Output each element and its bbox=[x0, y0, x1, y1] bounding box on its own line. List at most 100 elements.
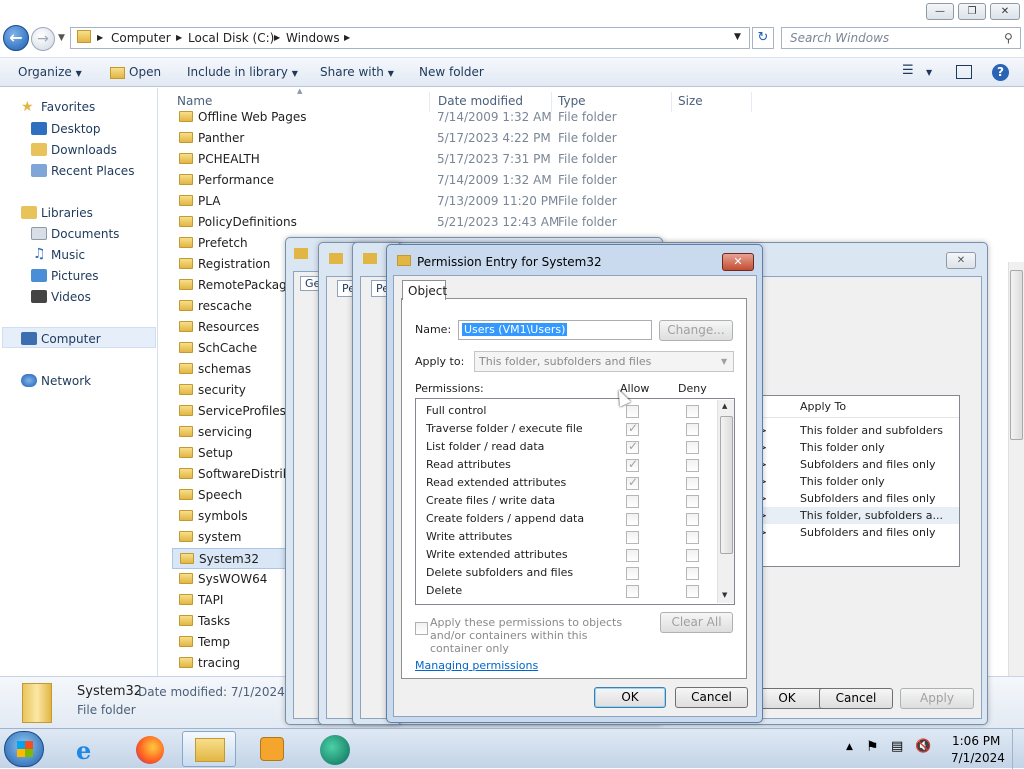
share-with-button[interactable]: Share with ▼ bbox=[320, 65, 394, 79]
organize-button[interactable]: Organize ▼ bbox=[18, 65, 82, 79]
file-row[interactable]: Offline Web Pages 7/14/2009 1:32 AM File f… bbox=[172, 107, 692, 128]
nav-pictures[interactable]: Pictures bbox=[51, 269, 99, 283]
file-row[interactable]: Panther 5/17/2023 4:22 PM File folder bbox=[172, 128, 692, 149]
clear-all-button[interactable]: Clear All bbox=[660, 612, 733, 633]
vertical-scrollbar[interactable] bbox=[1008, 262, 1024, 676]
breadcrumb-local-disk[interactable]: Local Disk (C:) bbox=[188, 31, 274, 45]
new-folder-button[interactable]: New folder bbox=[419, 65, 484, 79]
nav-favorites[interactable]: Favorites bbox=[41, 100, 95, 114]
file-row[interactable]: Performance 7/14/2009 1:32 AM File folder bbox=[172, 170, 692, 191]
back-button[interactable]: ← bbox=[3, 25, 29, 51]
view-dropdown-icon[interactable]: ▼ bbox=[926, 68, 932, 77]
show-desktop-button[interactable] bbox=[1012, 729, 1024, 769]
address-dropdown-icon[interactable]: ▼ bbox=[734, 32, 741, 42]
permissions-scrollbar[interactable]: ▲ ▼ bbox=[717, 400, 734, 603]
apply-inherit-checkbox[interactable] bbox=[415, 622, 428, 635]
allow-checkbox[interactable] bbox=[626, 405, 639, 418]
media-player-taskbar-button[interactable] bbox=[244, 731, 298, 767]
permission-entry-row[interactable]: ed>This folder, subfolders a... bbox=[740, 507, 959, 524]
action-center-flag-icon[interactable]: ⚑ bbox=[866, 739, 879, 755]
deny-checkbox[interactable] bbox=[686, 423, 699, 436]
recent-pages-dropdown-icon[interactable]: ▼ bbox=[58, 33, 65, 43]
change-view-icon[interactable]: ☰ bbox=[902, 63, 914, 78]
allow-checkbox[interactable] bbox=[626, 475, 639, 490]
nav-libraries[interactable]: Libraries bbox=[41, 206, 93, 220]
deny-checkbox[interactable] bbox=[686, 477, 699, 490]
app-taskbar-button[interactable] bbox=[308, 731, 362, 767]
close-button[interactable]: ✕ bbox=[990, 3, 1020, 20]
network-tray-icon[interactable]: ▤ bbox=[891, 739, 903, 754]
deny-checkbox[interactable] bbox=[686, 567, 699, 580]
cancel-button-back[interactable]: Cancel bbox=[819, 688, 893, 709]
nav-desktop[interactable]: Desktop bbox=[51, 122, 101, 136]
cancel-button[interactable]: Cancel bbox=[675, 687, 748, 708]
tab-object[interactable]: Object bbox=[402, 280, 447, 300]
deny-checkbox[interactable] bbox=[686, 549, 699, 562]
chevron-right-icon[interactable]: ▶ bbox=[176, 33, 182, 42]
explorer-taskbar-button[interactable] bbox=[182, 731, 236, 767]
help-icon[interactable]: ? bbox=[992, 64, 1009, 81]
nav-recent-places[interactable]: Recent Places bbox=[51, 164, 134, 178]
nav-documents[interactable]: Documents bbox=[51, 227, 119, 241]
allow-checkbox[interactable] bbox=[626, 457, 639, 472]
open-button[interactable]: Open bbox=[129, 65, 161, 79]
permission-entry-row[interactable]: ed>Subfolders and files only bbox=[740, 490, 959, 507]
column-name[interactable]: Name bbox=[177, 94, 212, 108]
permission-entries-list[interactable]: om Apply To ed>This folder and subfolder… bbox=[739, 395, 960, 567]
allow-checkbox[interactable] bbox=[626, 421, 639, 436]
scroll-up-icon[interactable]: ▲ bbox=[722, 402, 727, 410]
show-hidden-icons-icon[interactable]: ▲ bbox=[846, 742, 853, 752]
permission-entry-row[interactable]: ed>This folder and subfolders bbox=[740, 422, 959, 439]
allow-checkbox[interactable] bbox=[626, 567, 639, 580]
nav-network[interactable]: Network bbox=[41, 374, 91, 388]
include-in-library-button[interactable]: Include in library ▼ bbox=[187, 65, 298, 79]
apply-to-select[interactable]: This folder, subfolders and files ▼ bbox=[474, 351, 734, 372]
start-button[interactable] bbox=[4, 731, 44, 767]
apply-button-back[interactable]: Apply bbox=[900, 688, 974, 709]
permission-entry-row[interactable]: ed>This folder only bbox=[740, 439, 959, 456]
managing-permissions-link[interactable]: Managing permissions bbox=[415, 659, 538, 672]
deny-checkbox[interactable] bbox=[686, 459, 699, 472]
nav-videos[interactable]: Videos bbox=[51, 290, 91, 304]
minimize-button[interactable]: — bbox=[926, 3, 954, 20]
deny-checkbox[interactable] bbox=[686, 513, 699, 526]
firefox-taskbar-button[interactable] bbox=[122, 731, 176, 767]
allow-checkbox[interactable] bbox=[626, 549, 639, 562]
deny-checkbox[interactable] bbox=[686, 585, 699, 598]
file-row[interactable]: PLA 7/13/2009 11:20 PM File folder bbox=[172, 191, 692, 212]
scrollbar-thumb[interactable] bbox=[1010, 270, 1023, 440]
chevron-right-icon[interactable]: ▶ bbox=[274, 33, 280, 42]
refresh-icon[interactable]: ↻ bbox=[752, 27, 774, 49]
ok-button[interactable]: OK bbox=[594, 687, 666, 708]
permission-entry-row[interactable]: ed>This folder only bbox=[740, 473, 959, 490]
restore-button[interactable]: ❐ bbox=[958, 3, 986, 20]
nav-music[interactable]: Music bbox=[51, 248, 85, 262]
search-input[interactable]: Search Windows ⚲ bbox=[781, 27, 1021, 49]
search-icon[interactable]: ⚲ bbox=[1004, 31, 1013, 45]
allow-checkbox[interactable] bbox=[626, 513, 639, 526]
deny-checkbox[interactable] bbox=[686, 531, 699, 544]
allow-checkbox[interactable] bbox=[626, 585, 639, 598]
dialog-close-button[interactable]: ✕ bbox=[946, 252, 976, 269]
breadcrumb-windows[interactable]: Windows bbox=[286, 31, 340, 45]
clock-time[interactable]: 1:06 PM bbox=[952, 734, 1000, 748]
name-field[interactable]: Users (VM1\Users) bbox=[458, 320, 652, 340]
deny-checkbox[interactable] bbox=[686, 405, 699, 418]
breadcrumb-computer[interactable]: Computer bbox=[111, 31, 171, 45]
allow-checkbox[interactable] bbox=[626, 531, 639, 544]
allow-checkbox[interactable] bbox=[626, 495, 639, 508]
column-type[interactable]: Type bbox=[558, 94, 586, 108]
file-row[interactable]: PolicyDefinitions 5/21/2023 12:43 AM File … bbox=[172, 212, 692, 233]
allow-checkbox[interactable] bbox=[626, 439, 639, 454]
clock-date[interactable]: 7/1/2024 bbox=[951, 751, 1005, 765]
dialog-close-button[interactable]: ✕ bbox=[722, 253, 754, 271]
scrollbar-thumb[interactable] bbox=[720, 416, 733, 554]
volume-muted-icon[interactable]: 🔇 bbox=[915, 739, 931, 754]
column-size[interactable]: Size bbox=[678, 94, 703, 108]
permission-entry-row[interactable]: ed>Subfolders and files only bbox=[740, 456, 959, 473]
change-button[interactable]: Change... bbox=[659, 320, 733, 341]
file-row[interactable]: PCHEALTH 5/17/2023 7:31 PM File folder bbox=[172, 149, 692, 170]
scroll-down-icon[interactable]: ▼ bbox=[722, 591, 727, 599]
preview-pane-icon[interactable] bbox=[956, 65, 972, 79]
chevron-right-icon[interactable]: ▶ bbox=[344, 33, 350, 42]
